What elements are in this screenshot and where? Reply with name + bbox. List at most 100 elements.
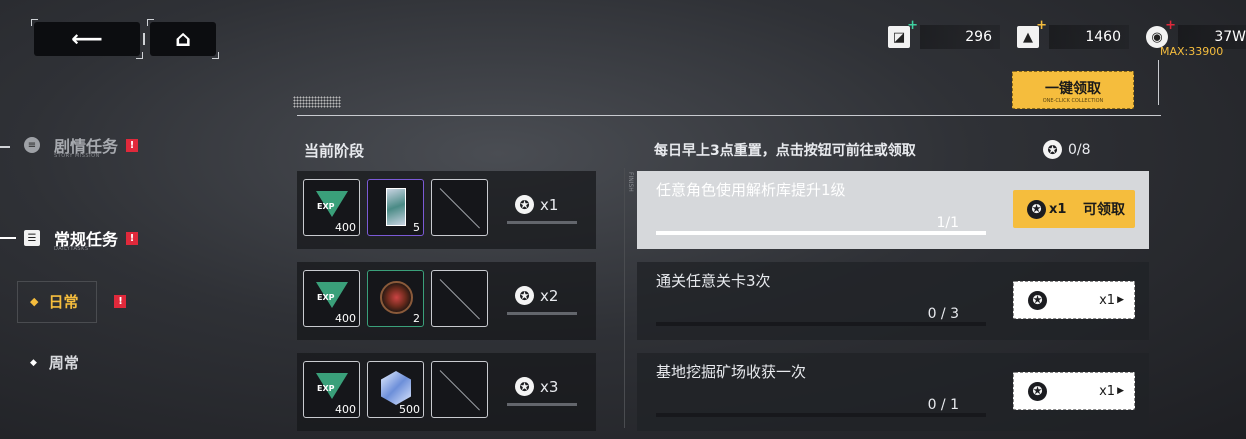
task-row: 基地挖掘矿场收获一次 0 / 1 ✪ x1 ▶ — [637, 353, 1149, 431]
stage-stars-count: x1 — [540, 195, 559, 214]
slot-qty: 400 — [335, 403, 356, 416]
task-progress: 0 / 3 — [927, 306, 959, 322]
sidebar-item-sub: DAILYTASKS — [54, 246, 89, 252]
task-row: 通关任意关卡3次 0 / 3 ✪ x1 ▶ — [637, 262, 1149, 340]
task-progress-fill — [656, 231, 986, 235]
task-reward: x1 — [1099, 383, 1116, 399]
empty-slash — [439, 279, 480, 320]
diamond-icon: ◆ — [30, 357, 37, 368]
exp-text: EXP — [317, 202, 335, 211]
nav-divider — [143, 33, 145, 45]
empty-slash — [439, 370, 480, 411]
stage-stars-line — [507, 221, 577, 224]
header-divider — [297, 115, 1161, 116]
play-arrow-icon: ▶ — [1117, 386, 1124, 396]
tab-daily[interactable]: ◆ 日常 ! — [30, 291, 127, 312]
list-icon: ☰ — [24, 230, 40, 246]
diamond-icon: ◆ — [30, 295, 39, 308]
star-icon: ✪ — [515, 377, 534, 396]
reward-slot-core[interactable]: 2 — [367, 270, 424, 327]
corner-line — [1158, 60, 1159, 105]
star-icon: ✪ — [1028, 290, 1047, 310]
reward-slot-crystal[interactable]: 500 — [367, 361, 424, 418]
star-icon: ✪ — [515, 286, 534, 305]
story-icon: ≡ — [24, 137, 40, 153]
slot-qty: 2 — [413, 312, 420, 325]
task-progress: 1/1 — [936, 215, 959, 231]
back-arrow-icon: ⟵ — [71, 26, 103, 52]
daily-alert-badge: ! — [114, 295, 127, 308]
currency-triangle-value: 1460 — [1049, 25, 1129, 49]
stage-stars-line — [507, 312, 577, 315]
empty-slash — [439, 188, 480, 229]
tab-weekly[interactable]: ◆ 周常 — [30, 352, 79, 373]
dot-pattern — [293, 96, 341, 108]
stage-stars: ✪ x1 — [515, 195, 558, 214]
task-title: 通关任意关卡3次 — [656, 272, 771, 290]
home-icon: ⌂ — [175, 26, 191, 52]
slot-qty: 5 — [413, 221, 420, 234]
claim-button[interactable]: ✪ x1 可领取 — [1013, 190, 1135, 228]
task-reward: x1 — [1049, 201, 1067, 217]
stage-stars-line — [507, 403, 577, 406]
back-button[interactable]: ⟵ — [31, 19, 143, 59]
daily-reset-note: 每日早上3点重置，点击按钮可前往或领取 — [654, 143, 916, 159]
crystal-item-icon — [381, 371, 411, 405]
star-icon: ✪ — [1027, 199, 1046, 219]
go-button[interactable]: ✪ x1 ▶ — [1013, 281, 1135, 319]
reward-slot-empty — [431, 179, 488, 236]
story-alert-badge: ! — [126, 138, 139, 152]
claim-label: 可领取 — [1083, 202, 1125, 218]
column-divider — [624, 168, 625, 428]
claim-all-label: 一键领取 — [1045, 81, 1101, 97]
stage-row: EXP 400 5 ✪ x1 — [297, 171, 596, 249]
task-row: 任意角色使用解析库提升1级 1/1 ✪ x1 可领取 — [637, 171, 1149, 249]
triangle-icon: ▲ + — [1017, 18, 1047, 48]
reward-slot-exp[interactable]: EXP 400 — [303, 361, 360, 418]
reward-slot-card[interactable]: 5 — [367, 179, 424, 236]
star-icon: ✪ — [515, 195, 534, 214]
stage-stars-count: x2 — [540, 286, 559, 305]
task-progress-bar — [656, 413, 986, 417]
currency-card-value: 296 — [920, 25, 1000, 49]
sidebar-item-daily-tasks[interactable]: ☰ 常规任务 ! DAILYTASKS — [24, 226, 139, 252]
currency-triangle[interactable]: ▲ + 1460 — [1017, 18, 1129, 50]
task-progress: 0 / 1 — [927, 397, 959, 413]
reward-slot-exp[interactable]: EXP 400 — [303, 179, 360, 236]
daily-tasks-alert-badge: ! — [126, 231, 139, 245]
stage-stars: ✪ x2 — [515, 286, 558, 305]
stage-row: EXP 400 2 ✪ x2 — [297, 262, 596, 340]
slot-qty: 500 — [399, 403, 420, 416]
exp-text: EXP — [317, 293, 335, 302]
task-reward: x1 — [1099, 292, 1116, 308]
stars-total: ✪ 0/8 — [1043, 140, 1091, 159]
reward-slot-empty — [431, 270, 488, 327]
card-icon: ◪ + — [888, 18, 918, 48]
play-arrow-icon: ▶ — [1117, 295, 1124, 305]
stage-stars: ✪ x3 — [515, 377, 558, 396]
claim-all-button[interactable]: 一键领取 ONE-CLICK COLLECTION — [1012, 71, 1134, 109]
task-title: 任意角色使用解析库提升1级 — [656, 181, 846, 199]
card-item-icon — [386, 188, 406, 226]
task-progress-bar — [656, 322, 986, 326]
current-stage-header: 当前阶段 — [304, 142, 365, 160]
tab-daily-label: 日常 — [48, 293, 79, 311]
reward-slot-exp[interactable]: EXP 400 — [303, 270, 360, 327]
sidebar-active-tick — [0, 237, 16, 239]
go-button[interactable]: ✪ x1 ▶ — [1013, 372, 1135, 410]
currency-coin-max: MAX:33900 — [1160, 45, 1224, 58]
core-item-icon — [380, 281, 413, 314]
slot-qty: 400 — [335, 312, 356, 325]
slot-qty: 400 — [335, 221, 356, 234]
stage-row: EXP 400 500 ✪ x3 — [297, 353, 596, 431]
sidebar-tick — [0, 146, 10, 148]
exp-text: EXP — [317, 384, 335, 393]
finish-tag: FINISH — [627, 172, 634, 192]
sidebar-item-story[interactable]: ≡ 剧情任务 ! STORY MISSION — [24, 133, 139, 159]
reward-slot-empty — [431, 361, 488, 418]
home-button[interactable]: ⌂ — [147, 19, 219, 59]
task-title: 基地挖掘矿场收获一次 — [656, 363, 807, 381]
stars-total-value: 0/8 — [1068, 141, 1091, 158]
stage-stars-count: x3 — [540, 377, 559, 396]
currency-card[interactable]: ◪ + 296 — [888, 18, 1000, 50]
